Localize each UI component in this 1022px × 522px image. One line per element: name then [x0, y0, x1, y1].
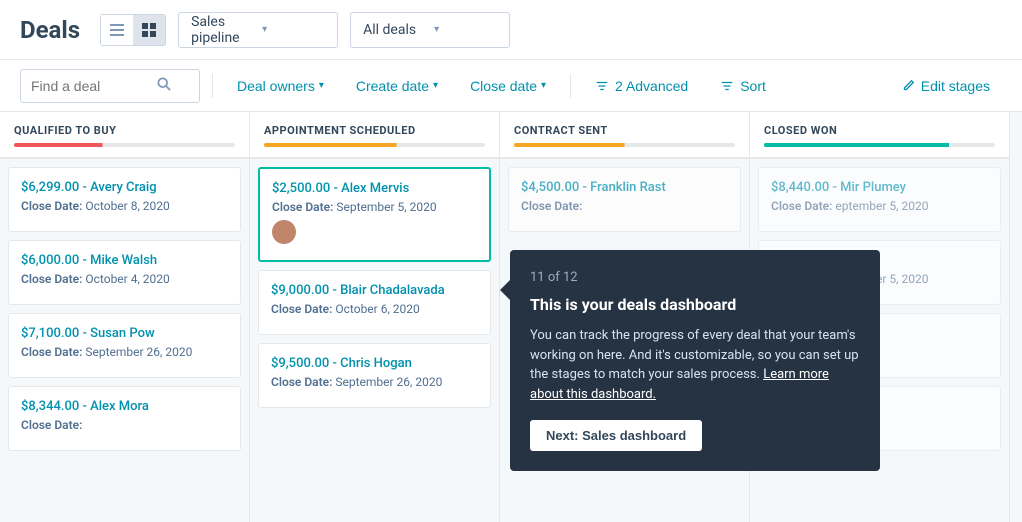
view-toggle: [100, 14, 166, 46]
table-row[interactable]: $8,344.00 - Alex Mora Close Date:: [8, 386, 241, 451]
tooltip-arrow-icon: [500, 280, 510, 300]
table-row[interactable]: $4,500.00 - Franklin Rast Close Date:: [508, 167, 741, 232]
search-icon: [157, 77, 171, 95]
column-title-contract: CONTRACT SENT: [514, 124, 735, 137]
card-date: Close Date:: [21, 418, 228, 432]
card-title: $4,500.00 - Franklin Rast: [521, 180, 728, 195]
column-header-contract: CONTRACT SENT: [500, 112, 749, 159]
create-date-chevron-icon: ▾: [433, 80, 438, 91]
card-title: $6,299.00 - Avery Craig: [21, 180, 228, 195]
card-date: Close Date: October 8, 2020: [21, 199, 228, 213]
tooltip-box: 11 of 12 This is your deals dashboard Yo…: [510, 250, 880, 471]
filter-separator-2: [570, 74, 571, 98]
tooltip-body: You can track the progress of every deal…: [530, 326, 860, 404]
column-cards-qualified: $6,299.00 - Avery Craig Close Date: Octo…: [0, 159, 249, 522]
advanced-button[interactable]: 2 Advanced: [583, 72, 700, 100]
card-title: $7,100.00 - Susan Pow: [21, 326, 228, 341]
card-date: Close Date: September 5, 2020: [272, 200, 477, 214]
tooltip-counter: 11 of 12: [530, 270, 860, 285]
card-title: $2,500.00 - Alex Mervis: [272, 181, 477, 196]
table-row[interactable]: $9,500.00 - Chris Hogan Close Date: Sept…: [258, 343, 491, 408]
column-header-qualified: QUALIFIED TO BUY: [0, 112, 249, 159]
deals-filter-value: All deals: [363, 22, 426, 38]
column-bar-qualified: [14, 143, 235, 147]
page-title: Deals: [20, 16, 80, 44]
pipeline-dropdown[interactable]: Sales pipeline ▾: [178, 12, 338, 48]
card-date: Close Date: October 6, 2020: [271, 302, 478, 316]
column-header-appointment: APPOINTMENT SCHEDULED: [250, 112, 499, 159]
table-row[interactable]: $7,100.00 - Susan Pow Close Date: Septem…: [8, 313, 241, 378]
tooltip-title: This is your deals dashboard: [530, 295, 860, 314]
list-view-button[interactable]: [101, 15, 133, 45]
close-date-label: Close date: [470, 78, 537, 94]
search-wrap: [20, 69, 200, 103]
table-row[interactable]: $2,500.00 - Alex Mervis Close Date: Sept…: [258, 167, 491, 262]
create-date-button[interactable]: Create date ▾: [344, 72, 450, 100]
grid-view-button[interactable]: [133, 15, 165, 45]
column-title-qualified: QUALIFIED TO BUY: [14, 124, 235, 137]
close-date-chevron-icon: ▾: [541, 80, 546, 91]
card-title: $8,440.00 - Mir Plumey: [771, 180, 988, 195]
card-title: $9,500.00 - Chris Hogan: [271, 356, 478, 371]
search-input[interactable]: [31, 78, 151, 94]
sort-button[interactable]: Sort: [708, 72, 778, 100]
pipeline-chevron-icon: ▾: [262, 24, 325, 35]
card-title: $8,344.00 - Alex Mora: [21, 399, 228, 414]
column-title-appointment: APPOINTMENT SCHEDULED: [264, 124, 485, 137]
pipeline-dropdown-value: Sales pipeline: [191, 14, 254, 46]
tooltip-next-button[interactable]: Next: Sales dashboard: [530, 420, 702, 451]
advanced-label: 2 Advanced: [615, 78, 688, 94]
card-date: Close Date: September 26, 2020: [271, 375, 478, 389]
column-header-closed: CLOSED WON: [750, 112, 1009, 159]
column-title-closed: CLOSED WON: [764, 124, 995, 137]
column-qualified: QUALIFIED TO BUY $6,299.00 - Avery Craig…: [0, 112, 250, 522]
edit-stages-button[interactable]: Edit stages: [889, 72, 1002, 100]
edit-stages-label: Edit stages: [921, 78, 990, 94]
column-bar-contract: [514, 143, 735, 147]
table-row[interactable]: $9,000.00 - Blair Chadalavada Close Date…: [258, 270, 491, 335]
deal-owners-chevron-icon: ▾: [319, 80, 324, 91]
top-bar: Deals Sales pipeline ▾ All deals ▾: [0, 0, 1022, 60]
card-date: Close Date: eptember 5, 2020: [771, 199, 988, 213]
close-date-button[interactable]: Close date ▾: [458, 72, 558, 100]
table-row[interactable]: $8,440.00 - Mir Plumey Close Date: eptem…: [758, 167, 1001, 232]
card-date: Close Date: October 4, 2020: [21, 272, 228, 286]
deal-owners-button[interactable]: Deal owners ▾: [225, 72, 336, 100]
sort-label: Sort: [740, 78, 766, 94]
column-bar-closed: [764, 143, 995, 147]
create-date-label: Create date: [356, 78, 429, 94]
table-row[interactable]: $6,000.00 - Mike Walsh Close Date: Octob…: [8, 240, 241, 305]
table-row[interactable]: $6,299.00 - Avery Craig Close Date: Octo…: [8, 167, 241, 232]
card-date: Close Date:: [521, 199, 728, 213]
card-title: $6,000.00 - Mike Walsh: [21, 253, 228, 268]
deals-filter-dropdown[interactable]: All deals ▾: [350, 12, 510, 48]
column-cards-appointment: $2,500.00 - Alex Mervis Close Date: Sept…: [250, 159, 499, 522]
card-title: $9,000.00 - Blair Chadalavada: [271, 283, 478, 298]
avatar: [272, 220, 296, 244]
deals-chevron-icon: ▾: [434, 24, 497, 35]
filter-bar: Deal owners ▾ Create date ▾ Close date ▾…: [0, 60, 1022, 112]
column-appointment: APPOINTMENT SCHEDULED $2,500.00 - Alex M…: [250, 112, 500, 522]
deal-owners-label: Deal owners: [237, 78, 315, 94]
column-bar-appointment: [264, 143, 485, 147]
filter-separator-1: [212, 74, 213, 98]
card-date: Close Date: September 26, 2020: [21, 345, 228, 359]
